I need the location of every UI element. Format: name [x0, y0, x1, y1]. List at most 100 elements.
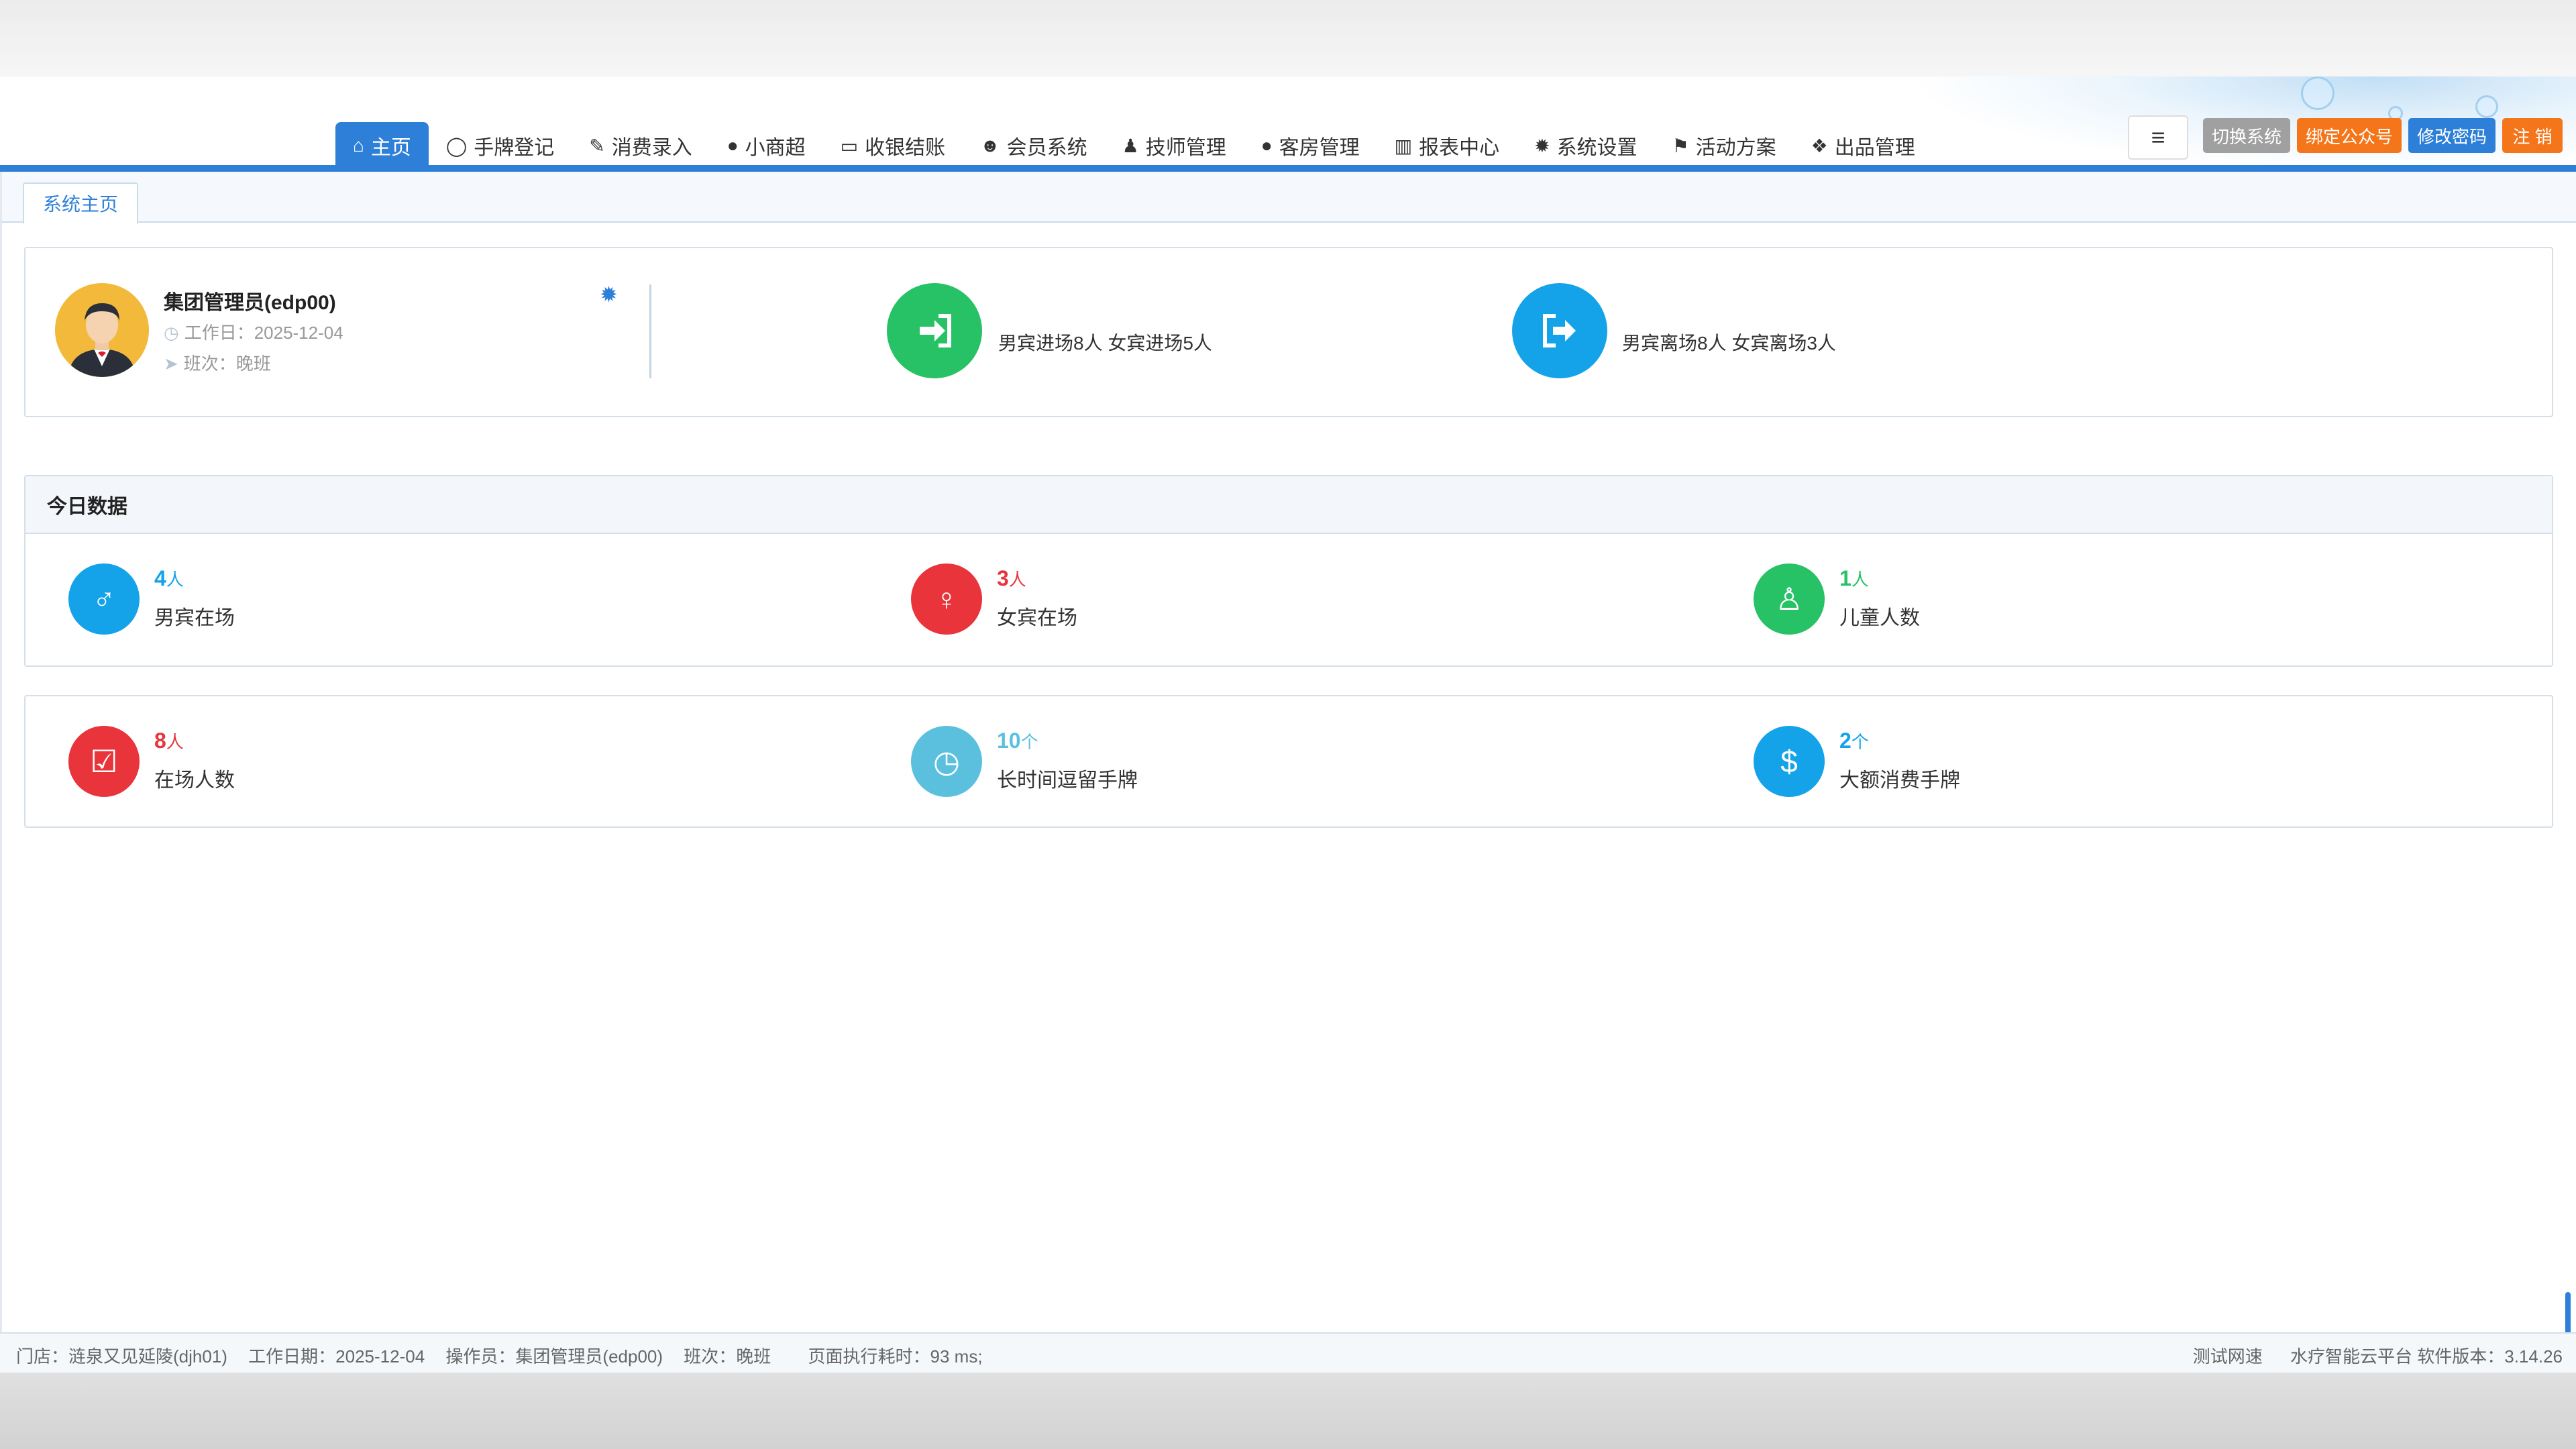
footer-shift: 班次：晚班: [684, 1346, 771, 1366]
nav-item-label: 小商超: [745, 137, 806, 159]
nav-item-2[interactable]: ✎ 消费录入: [572, 122, 709, 169]
menu-toggle-button[interactable]: ≡: [2128, 115, 2188, 160]
sign-out-icon: [1512, 283, 1607, 378]
data-number-value: 10: [997, 729, 1021, 753]
nav-item-label: 报表中心: [1419, 137, 1500, 159]
data-number-unit: 人: [166, 570, 184, 590]
data-number-value: 3: [997, 566, 1009, 590]
data-item[interactable]: ◷ 10个 长时间逗留手牌: [911, 726, 1582, 800]
header-accent-bar: [0, 165, 2576, 172]
shift-text: 班次：晚班: [183, 354, 271, 374]
nav-item-10[interactable]: ⚑ 活动方案: [1655, 122, 1794, 169]
nav-item-4[interactable]: ▭ 收银结账: [823, 122, 963, 169]
user-name: 集团管理员(edp00): [164, 292, 336, 314]
bottom-band: [0, 1373, 2576, 1449]
data-number-unit: 个: [1020, 732, 1038, 752]
bind-wechat-button[interactable]: 绑定公众号: [2297, 118, 2402, 153]
data-number: 8人: [154, 729, 184, 753]
nav-item-label: 会员系统: [1006, 137, 1087, 159]
logout-button[interactable]: 注 销: [2502, 118, 2563, 153]
data-number: 3人: [997, 566, 1026, 591]
sign-in-glyph: [920, 314, 951, 347]
flag-icon: ⚑: [1672, 135, 1689, 156]
home-icon: ⌂: [353, 135, 364, 156]
data-number-unit: 个: [1851, 732, 1869, 752]
user-icon: ●: [727, 135, 739, 156]
nav-item-label: 消费录入: [611, 137, 692, 159]
sign-out-glyph: [1543, 314, 1576, 347]
status-footer: 门店：涟泉又见延陵(djh01) 工作日期：2025-12-04 操作员：集团管…: [0, 1332, 2576, 1373]
data-number: 2个: [1839, 729, 1869, 753]
nav-item-8[interactable]: ▥ 报表中心: [1377, 122, 1517, 169]
data-number-unit: 人: [1851, 570, 1869, 590]
browser-top-band: [0, 0, 2576, 76]
vertical-divider: [649, 284, 651, 378]
nav-item-9[interactable]: ✹ 系统设置: [1517, 122, 1654, 169]
exit-stat-text: 男宾离场8人 女宾离场3人: [1622, 333, 1836, 354]
work-day-text: 工作日：2025-12-04: [184, 323, 343, 343]
data-item[interactable]: ♀ 3人 女宾在场: [911, 564, 1582, 637]
main-nav: ⌂ 主页 ◯ 手牌登记 ✎ 消费录入 ● 小商超 ▭ 收银结账 ☻ 会员系统 ♟ 技师管理 ● 客房管理 ▥ 报表…: [335, 119, 1933, 169]
tab-bar: 系统主页: [0, 172, 2576, 224]
nav-item-label: 手牌登记: [474, 137, 555, 159]
work-day-line: ◷ 工作日：2025-12-04: [164, 319, 343, 344]
data-item[interactable]: ♙ 1人儿童人数: [1754, 564, 2424, 637]
speed-test-link[interactable]: 测试网速: [2193, 1346, 2263, 1366]
person-icon: ♟: [1122, 135, 1139, 156]
data-number-unit: 人: [166, 732, 184, 752]
entry-stat-text: 男宾进场8人 女宾进场5人: [998, 333, 1212, 354]
child-icon: ♙: [1754, 564, 1825, 635]
data-item[interactable]: $2个大额消费手牌: [1754, 726, 2424, 800]
data-number-value: 2: [1839, 729, 1851, 753]
refresh-icon: ◯: [445, 135, 468, 156]
footer-right: 测试网速 水疗智能云平台 软件版本：3.14.26: [2170, 1343, 2563, 1368]
avatar: [55, 283, 149, 377]
today-data-panel: 今日数据 ♂ 4人 男宾在场 ♀ 3人 女宾在场 ♙ 1人 儿童人数: [24, 475, 2553, 667]
shift-line: ➤ 班次：晚班: [164, 350, 271, 375]
data-label: 大额消费手牌: [1839, 769, 1960, 792]
footer-left: 门店：涟泉又见延陵(djh01) 工作日期：2025-12-04 操作员：集团管…: [16, 1343, 999, 1368]
switch-system-button[interactable]: 切换系统: [2203, 118, 2290, 153]
data-number: 4人: [154, 566, 184, 591]
nav-item-7[interactable]: ● 客房管理: [1244, 122, 1377, 169]
data-number-value: 4: [154, 566, 166, 590]
today-data-title: 今日数据: [25, 476, 2552, 534]
send-icon: ➤: [164, 354, 178, 374]
nav-item-label: 技师管理: [1145, 137, 1226, 159]
footer-exec-time: 页面执行耗时：93 ms;: [808, 1346, 983, 1366]
credit-card-icon: ▭: [840, 135, 859, 156]
user-icon: ●: [1260, 135, 1273, 156]
gear-icon[interactable]: ✹: [600, 282, 618, 307]
data-number-value: 1: [1839, 566, 1851, 590]
nav-item-label: 活动方案: [1695, 137, 1776, 159]
money-icon: $: [1754, 726, 1825, 797]
nav-item-0[interactable]: ⌂ 主页: [335, 122, 429, 169]
data-label: 儿童人数: [1839, 607, 1920, 629]
data-number: 1人: [1839, 566, 1869, 591]
nav-item-1[interactable]: ◯ 手牌登记: [429, 122, 572, 169]
data-item[interactable]: ♂ 4人 男宾在场: [68, 564, 739, 637]
data-label: 在场人数: [154, 769, 235, 792]
data-number-value: 8: [154, 729, 166, 753]
nav-item-label: 主页: [370, 137, 411, 159]
nav-item-11[interactable]: ❖ 出品管理: [1794, 122, 1933, 169]
footer-store: 门店：涟泉又见延陵(djh01): [16, 1346, 227, 1366]
bar-chart-icon: ▥: [1394, 135, 1413, 156]
gear-icon: ✹: [1534, 135, 1550, 156]
nav-item-label: 收银结账: [865, 137, 946, 159]
nav-item-3[interactable]: ● 小商超: [710, 122, 823, 169]
nav-item-label: 系统设置: [1556, 137, 1638, 159]
cubes-icon: ❖: [1811, 135, 1828, 156]
avatar-icon: [55, 283, 149, 377]
nav-item-5[interactable]: ☻ 会员系统: [963, 122, 1104, 169]
data-label: 女宾在场: [997, 607, 1077, 629]
data-item[interactable]: ☑ 8人 在场人数: [68, 726, 739, 800]
change-password-button[interactable]: 修改密码: [2408, 118, 2496, 153]
user-card: 集团管理员(edp00) ◷ 工作日：2025-12-04 ➤ 班次：晚班 ✹ 男宾…: [24, 247, 2553, 417]
bubble-decoration: [2475, 95, 2498, 118]
content-left-border: [0, 172, 2, 1332]
nav-item-label: 出品管理: [1834, 137, 1915, 159]
users-icon: ☻: [980, 135, 1000, 156]
nav-item-6[interactable]: ♟ 技师管理: [1105, 122, 1244, 169]
tab-system-home[interactable]: 系统主页: [23, 182, 139, 224]
